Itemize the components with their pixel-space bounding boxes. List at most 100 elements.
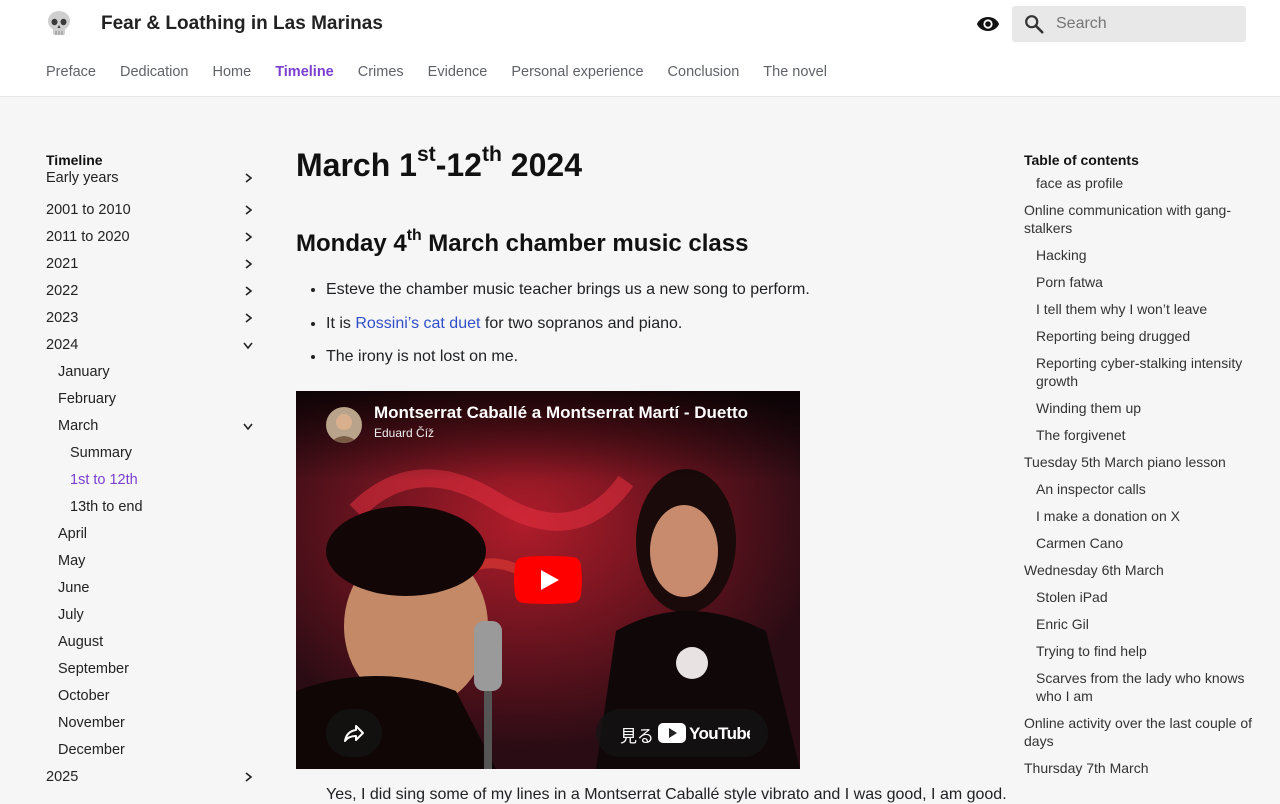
- toc-item[interactable]: Wednesday 6th March: [1024, 561, 1254, 579]
- sidebar-item-early-years[interactable]: Early years: [46, 170, 256, 186]
- chevron-right-icon[interactable]: [242, 204, 254, 216]
- sidebar-item-july[interactable]: July: [46, 602, 256, 629]
- sidebar-item-june[interactable]: June: [46, 575, 256, 602]
- sidebar-item-2025[interactable]: 2025: [46, 764, 256, 791]
- page-title: March 1st-12th 2024: [296, 143, 582, 183]
- sidebar-item-2001-to-2010[interactable]: 2001 to 2010: [46, 197, 256, 224]
- toc-item[interactable]: I make a donation on X: [1024, 507, 1254, 525]
- sidebar-item-label: 1st to 12th: [70, 472, 138, 488]
- tab-home[interactable]: Home: [213, 64, 252, 80]
- sidebar-item-label: 2024: [46, 337, 79, 353]
- sidebar-item-13th-to-end[interactable]: 13th to end: [46, 494, 256, 521]
- toc-item[interactable]: Hacking: [1024, 246, 1254, 264]
- sidebar-item-2021[interactable]: 2021: [46, 251, 256, 278]
- sidebar-item-label: June: [58, 580, 90, 596]
- sidebar-item-label: 2023: [46, 310, 79, 326]
- sidebar-item-2023[interactable]: 2023: [46, 305, 256, 332]
- list-item: It is Rossini’s cat duet for two soprano…: [326, 312, 976, 336]
- share-icon: [344, 725, 364, 742]
- toc-item[interactable]: Porn fatwa: [1024, 273, 1254, 291]
- chevron-right-icon[interactable]: [242, 231, 254, 243]
- toc-item[interactable]: Winding them up: [1024, 399, 1254, 417]
- search-box[interactable]: [1012, 6, 1246, 42]
- video-title[interactable]: Montserrat Caballé a Montserrat Martí - …: [374, 403, 774, 423]
- search-input[interactable]: [1056, 6, 1240, 42]
- toc-item[interactable]: I tell them why I won’t leave: [1024, 300, 1254, 318]
- nav-list: Early years 2001 to 2010 2011 to 2020 2021 2…: [46, 170, 256, 791]
- eye-icon[interactable]: [976, 12, 1000, 36]
- sidebar-item-label: Summary: [70, 445, 133, 461]
- toc-item[interactable]: Reporting being drugged: [1024, 327, 1254, 345]
- site-title[interactable]: Fear & Loathing in Las Marinas: [101, 13, 383, 35]
- sidebar-item-2022[interactable]: 2022: [46, 278, 256, 305]
- sidebar-item-may[interactable]: May: [46, 548, 256, 575]
- play-icon[interactable]: [514, 556, 582, 604]
- sidebar-item-january[interactable]: January: [46, 359, 256, 386]
- table-of-contents: Table of contents face as profile Online …: [1024, 150, 1254, 786]
- toc-item[interactable]: Thursday 7th March: [1024, 759, 1254, 777]
- rossini-cat-duet-link[interactable]: Rossini’s cat duet: [355, 315, 480, 332]
- tab-timeline[interactable]: Timeline: [275, 64, 334, 80]
- tab-personal-experience[interactable]: Personal experience: [511, 64, 643, 80]
- top-tabs: Preface Dedication Home Timeline Crimes Evide…: [46, 64, 827, 80]
- chevron-down-icon[interactable]: [242, 420, 254, 432]
- sidebar-item-label: December: [58, 742, 125, 758]
- chevron-right-icon[interactable]: [242, 285, 254, 297]
- tab-dedication[interactable]: Dedication: [120, 64, 189, 80]
- chevron-down-icon[interactable]: [242, 339, 254, 351]
- sidebar-item-february[interactable]: February: [46, 386, 256, 413]
- toc-item[interactable]: Online communication with gang-stalkers: [1024, 201, 1254, 237]
- chevron-right-icon[interactable]: [242, 312, 254, 324]
- toc-item[interactable]: An inspector calls: [1024, 480, 1254, 498]
- chevron-right-icon[interactable]: [242, 172, 254, 184]
- section-heading: Monday 4th March chamber music class: [296, 227, 749, 258]
- sidebar-item-1st-to-12th[interactable]: 1st to 12th: [46, 467, 256, 494]
- sidebar-item-2011-to-2020[interactable]: 2011 to 2020: [46, 224, 256, 251]
- tab-preface[interactable]: Preface: [46, 64, 96, 80]
- skull-icon[interactable]: [46, 10, 72, 38]
- sidebar-item-november[interactable]: November: [46, 710, 256, 737]
- toc-item[interactable]: Reporting cyber-stalking intensity growt…: [1024, 354, 1254, 390]
- toc-item[interactable]: Trying to find help: [1024, 642, 1254, 660]
- nav-title: Timeline: [46, 152, 103, 168]
- sidebar-item-label: February: [58, 391, 117, 407]
- toc-item[interactable]: Scarves from the lady who knows who I am: [1024, 669, 1254, 705]
- video-channel[interactable]: Eduard Číž: [374, 426, 434, 440]
- watch-on-youtube-button[interactable]: 見る YouTube: [596, 709, 768, 757]
- toc-item[interactable]: Online activity over the last couple of …: [1024, 714, 1254, 750]
- toc-item[interactable]: The forgivenet: [1024, 426, 1254, 444]
- sidebar-item-label: October: [58, 688, 110, 704]
- tab-crimes[interactable]: Crimes: [358, 64, 404, 80]
- toc-item[interactable]: Tuesday 5th March piano lesson: [1024, 453, 1254, 471]
- sidebar-item-label: August: [58, 634, 104, 650]
- tab-conclusion[interactable]: Conclusion: [668, 64, 740, 80]
- sidebar-item-december[interactable]: December: [46, 737, 256, 764]
- youtube-video-embed[interactable]: Montserrat Caballé a Montserrat Martí - …: [296, 391, 800, 769]
- sidebar-item-summary[interactable]: Summary: [46, 440, 256, 467]
- sidebar-nav: Timeline Early years 2001 to 2010 2011 to …: [46, 150, 256, 791]
- tab-evidence[interactable]: Evidence: [428, 64, 488, 80]
- sidebar-item-2024[interactable]: 2024: [46, 332, 256, 359]
- toc-item[interactable]: face as profile: [1024, 174, 1254, 192]
- site-header: Fear & Loathing in Las Marinas Preface De…: [0, 0, 1280, 97]
- sidebar-item-august[interactable]: August: [46, 629, 256, 656]
- tab-the-novel[interactable]: The novel: [763, 64, 827, 80]
- sidebar-item-label: 2011 to 2020: [46, 229, 130, 245]
- list-item: Esteve the chamber music teacher brings …: [326, 278, 976, 302]
- toc-item[interactable]: Carmen Cano: [1024, 534, 1254, 552]
- list-item: The irony is not lost on me.: [326, 345, 976, 369]
- sidebar-item-september[interactable]: September: [46, 656, 256, 683]
- search-icon: [1025, 15, 1044, 34]
- toc-item[interactable]: Enric Gil: [1024, 615, 1254, 633]
- sidebar-item-label: September: [58, 661, 129, 677]
- chevron-right-icon[interactable]: [242, 258, 254, 270]
- youtube-logo-icon: YouTube: [658, 723, 750, 743]
- sidebar-item-october[interactable]: October: [46, 683, 256, 710]
- sidebar-item-april[interactable]: April: [46, 521, 256, 548]
- chevron-right-icon[interactable]: [242, 771, 254, 783]
- channel-avatar[interactable]: [326, 407, 362, 443]
- toc-item[interactable]: Stolen iPad: [1024, 588, 1254, 606]
- sidebar-item-march[interactable]: March: [46, 413, 256, 440]
- share-button[interactable]: [326, 709, 382, 757]
- youtube-wordmark: YouTube: [689, 724, 750, 743]
